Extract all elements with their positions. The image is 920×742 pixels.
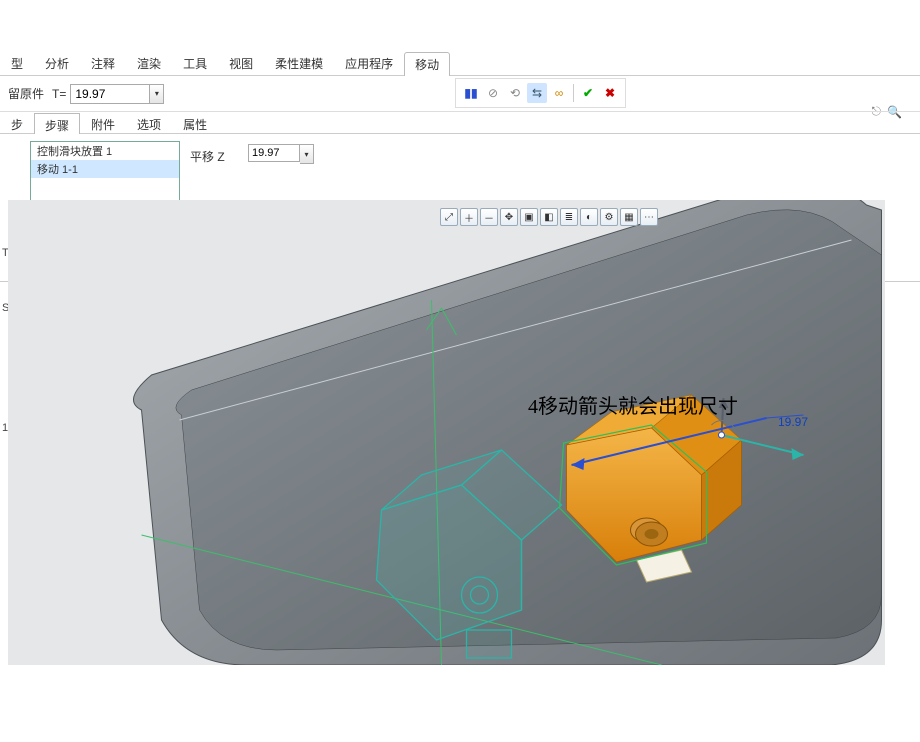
zoom-out-button[interactable]: － — [480, 208, 498, 226]
no-entry-button[interactable]: ⊘ — [483, 83, 503, 103]
list-item[interactable]: 移动 1-1 — [31, 160, 179, 178]
translate-value-field: ▾ — [248, 144, 314, 164]
pan-button[interactable]: ✥ — [500, 208, 518, 226]
keep-original-label: 留原件 — [8, 85, 44, 102]
filter-3-button[interactable]: ⋯ — [640, 208, 658, 226]
accept-button[interactable]: ✔ — [578, 83, 598, 103]
zoom-in-button[interactable]: ＋ — [460, 208, 478, 226]
panel-tabs: 步 步骤 附件 选项 属性 — [0, 112, 920, 134]
ribbon-tab-analyze[interactable]: 分析 — [34, 51, 80, 75]
ribbon-tab-move[interactable]: 移动 — [404, 52, 450, 76]
panel-tab-options[interactable]: 选项 — [126, 112, 172, 133]
dimension-value: 19.97 — [778, 415, 808, 429]
view-toolbar: ⤢ ＋ － ✥ ▣ ◧ ≣ ◐ ⚙ ▦ ⋯ — [438, 206, 660, 228]
ribbon-tab-tools[interactable]: 工具 — [172, 51, 218, 75]
translate-label: 平移 Z — [190, 148, 225, 165]
list-item[interactable]: 控制滑块放置 1 — [31, 142, 179, 160]
layers-button[interactable]: ≣ — [560, 208, 578, 226]
panel-tab-step-partial[interactable]: 步 — [0, 112, 34, 133]
pause-button[interactable]: ▮▮ — [461, 83, 481, 103]
ribbon-tab-annotate[interactable]: 注释 — [80, 51, 126, 75]
section-button[interactable]: ▣ — [520, 208, 538, 226]
viewport-3d[interactable]: ⤢ ＋ － ✥ ▣ ◧ ≣ ◐ ⚙ ▦ ⋯ 4移动箭头就会出现尺寸 19.97 — [8, 200, 885, 665]
glasses-button[interactable]: ∞ — [549, 83, 569, 103]
ribbon-tab-partial[interactable]: 型 — [0, 51, 34, 75]
action-cluster: ▮▮ ⊘ ⟲ ⇆ ∞ ✔ ✖ — [455, 78, 626, 108]
reverse-button[interactable]: ⟲ — [505, 83, 525, 103]
panel-tab-props[interactable]: 属性 — [172, 112, 218, 133]
filter-1-button[interactable]: ⚙ — [600, 208, 618, 226]
ribbon-tab-flex[interactable]: 柔性建模 — [264, 51, 334, 75]
t-value-input[interactable] — [70, 84, 150, 104]
translate-value-dropdown[interactable]: ▾ — [300, 144, 314, 164]
named-view-button[interactable]: ◧ — [540, 208, 558, 226]
filter-2-button[interactable]: ▦ — [620, 208, 638, 226]
move-toolbar: 留原件 T= ▾ ▮▮ ⊘ ⟲ ⇆ ∞ ✔ ✖ — [0, 76, 920, 112]
ribbon-tabs: 型 分析 注释 渲染 工具 视图 柔性建模 应用程序 移动 — [0, 52, 920, 76]
zoom-fit-button[interactable]: ⤢ — [440, 208, 458, 226]
separator — [573, 84, 574, 102]
panel-tab-attach[interactable]: 附件 — [80, 112, 126, 133]
panel-tab-steps[interactable]: 步骤 — [34, 113, 80, 134]
swap-button[interactable]: ⇆ — [527, 83, 547, 103]
ribbon-tab-view[interactable]: 视图 — [218, 51, 264, 75]
appearance-button[interactable]: ◐ — [580, 208, 598, 226]
t-equals-label: T= — [52, 87, 66, 101]
ribbon-tab-render[interactable]: 渲染 — [126, 51, 172, 75]
scene-svg — [8, 200, 885, 665]
ribbon-tab-apps[interactable]: 应用程序 — [334, 51, 404, 75]
annotation-text: 4移动箭头就会出现尺寸 — [528, 390, 738, 419]
t-value-dropdown[interactable]: ▾ — [150, 84, 164, 104]
translate-value-input[interactable] — [248, 144, 300, 162]
cancel-button[interactable]: ✖ — [600, 83, 620, 103]
